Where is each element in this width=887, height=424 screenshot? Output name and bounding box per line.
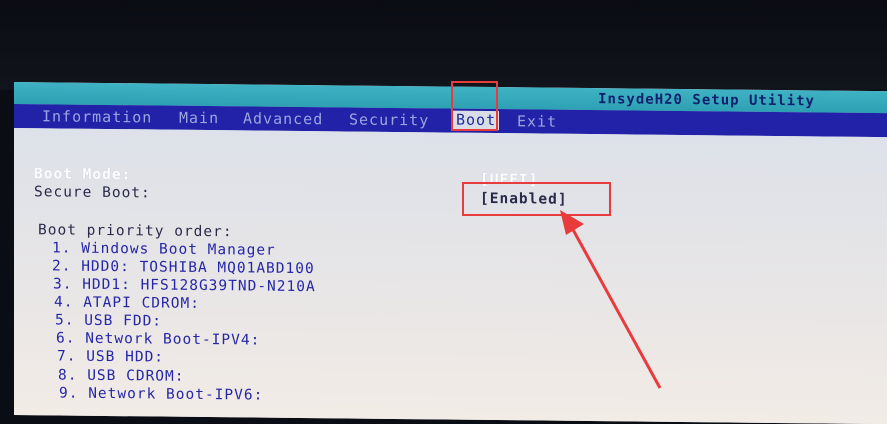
boot-mode-label: Boot Mode: — [34, 166, 132, 184]
menu-main[interactable]: Main — [179, 109, 219, 127]
menu-exit[interactable]: Exit — [517, 112, 557, 130]
secure-boot-label: Secure Boot: — [34, 184, 151, 202]
bios-screen: InsydeH20 Setup Utility Information Main… — [14, 82, 887, 424]
boot-priority-item[interactable]: 9. Network Boot-IPV6: — [59, 385, 263, 403]
boot-priority-item[interactable]: 6. Network Boot-IPV4: — [56, 330, 260, 348]
boot-settings-panel: Boot Mode: [UEFI] Secure Boot: [Enabled]… — [14, 128, 887, 424]
secure-boot-highlight-box — [462, 182, 611, 216]
boot-priority-item[interactable]: 5. USB FDD: — [55, 312, 162, 329]
boot-priority-item[interactable]: 8. USB CDROM: — [58, 367, 185, 384]
menu-advanced[interactable]: Advanced — [243, 109, 323, 128]
menu-security[interactable]: Security — [349, 111, 429, 130]
monitor-bezel — [0, 0, 887, 90]
menu-information[interactable]: Information — [42, 107, 152, 126]
boot-priority-heading: Boot priority order: — [38, 222, 233, 241]
app-title: InsydeH20 Setup Utility — [598, 91, 815, 110]
boot-tab-highlight-box — [451, 81, 498, 131]
boot-priority-item[interactable]: 7. USB HDD: — [57, 348, 164, 365]
boot-priority-item[interactable]: 4. ATAPI CDROM: — [54, 294, 200, 312]
boot-priority-item[interactable]: 1. Windows Boot Manager — [52, 240, 276, 258]
boot-priority-item[interactable]: 3. HDD1: HFS128G39TND-N210A — [53, 276, 316, 295]
boot-priority-item[interactable]: 2. HDD0: TOSHIBA MQ01ABD100 — [52, 258, 315, 277]
